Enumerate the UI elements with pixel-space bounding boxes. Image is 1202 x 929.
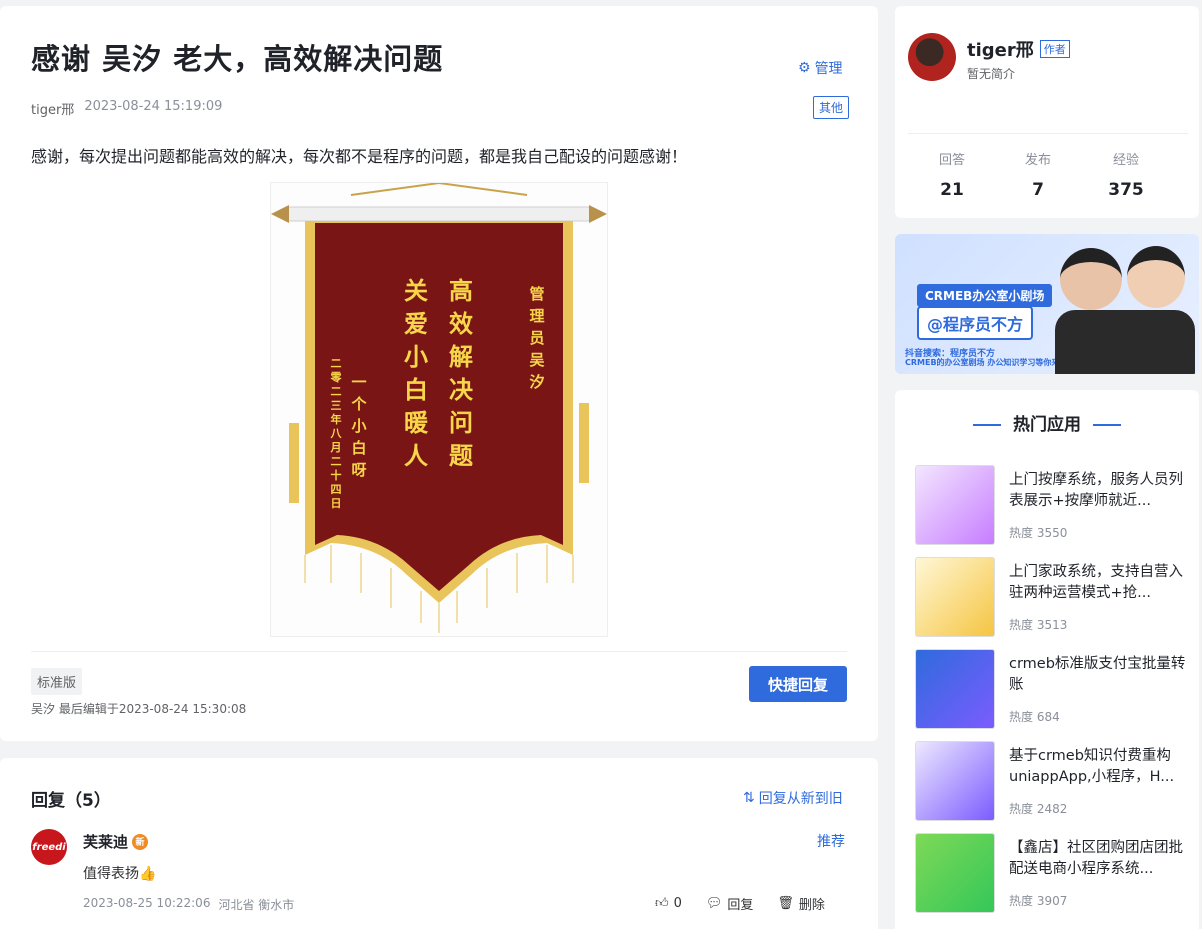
author-tag: 作者	[1039, 40, 1070, 58]
reply-meta: 2023-08-25 10:22:06 河北省 衡水市	[83, 896, 294, 913]
edited-note: 吴汐 最后编辑于2023-08-24 15:30:08	[31, 702, 247, 716]
stat-label: 经验	[1112, 153, 1139, 168]
app-thumbnail[interactable]	[915, 649, 995, 729]
manage-label: 管理	[814, 61, 843, 77]
app-thumbnail[interactable]	[915, 741, 995, 821]
reply-username[interactable]: 芙莱迪	[83, 831, 128, 852]
delete-button[interactable]: 🗑︎ 删除	[777, 894, 825, 913]
person-figure	[1127, 246, 1185, 308]
recommend-button[interactable]: 推荐	[817, 831, 845, 851]
pennant-text-main1: 高效解决问题	[449, 277, 473, 470]
app-name[interactable]: 上门家政系统，支持自营入驻两种运营模式+抢...	[1009, 562, 1189, 604]
post-card: 感谢 吴汐 老大，高效解决问题 ⚙ 管理 tiger邢 2023-08-24 1…	[0, 6, 878, 741]
stat-value: 21	[940, 180, 964, 200]
author-name-row: tiger邢 作者	[967, 36, 1070, 62]
reply-content: 值得表扬👍	[83, 866, 157, 882]
app-name[interactable]: 【鑫店】社区团购团店团批配送电商小程序系统...	[1009, 838, 1189, 880]
app-heat: 热度 3513	[1009, 618, 1068, 632]
trash-icon: 🗑︎	[777, 896, 794, 911]
app-heat: 热度 3907	[1009, 894, 1068, 908]
app-thumbnail[interactable]	[915, 465, 995, 545]
post-author[interactable]: tiger邢	[31, 99, 74, 118]
like-button[interactable]: 👍︎ 0	[655, 894, 682, 913]
ad-banner[interactable]: CRMEB办公室小剧场 @程序员不方 抖音搜索：程序员不方 CRMEB的办公室剧…	[895, 234, 1199, 374]
ad-banner-subtitle: @程序员不方	[917, 306, 1034, 340]
manage-button[interactable]: ⚙ 管理	[798, 58, 843, 78]
stat-label: 发布	[1024, 153, 1051, 168]
app-name[interactable]: 基于crmeb知识付费重构uniappApp,小程序，H...	[1009, 746, 1189, 788]
divider	[908, 133, 1188, 134]
delete-button-label: 删除	[798, 898, 825, 913]
pennant-text-main2: 关爱小白暖人	[404, 277, 428, 470]
author-card: tiger邢 作者 暂无简介 回答 21 发布 7 经验 375	[895, 6, 1199, 218]
author-avatar[interactable]	[908, 33, 956, 81]
app-name[interactable]: 上门按摩系统，服务人员列表展示+按摩师就近...	[1009, 470, 1189, 512]
reply-location: 河北省 衡水市	[218, 898, 295, 912]
app-heat: 热度 2482	[1009, 802, 1068, 816]
quick-reply-button[interactable]: 快捷回复	[749, 666, 847, 702]
reply-button-label: 回复	[727, 898, 754, 913]
app-name[interactable]: crmeb标准版支付宝批量转账	[1009, 654, 1189, 696]
pennant-image: 高效解决问题 关爱小白暖人 管理员 吴汐 一个小白呀 二零二三年八月二十四日	[270, 182, 608, 637]
post-meta: tiger邢 2023-08-24 15:19:09	[31, 99, 222, 118]
post-body: 感谢，每次提出问题都能高效的解决，每次都不是程序的问题，都是我自己配设的问题感谢…	[31, 147, 688, 166]
comment-icon: 💬︎	[705, 896, 723, 911]
hot-app-item[interactable]: 基于crmeb知识付费重构uniappApp,小程序，H... 热度 2482	[915, 741, 1195, 821]
ad-banner-line2: CRMEB的办公室剧场 办公知识学习等你来撩!	[905, 358, 1071, 367]
sort-icon: ⇅	[743, 790, 755, 806]
avatar[interactable]: freedi	[31, 829, 67, 865]
new-user-badge: 新	[132, 833, 149, 850]
app-thumbnail[interactable]	[915, 833, 995, 913]
post-time: 2023-08-24 15:19:09	[84, 99, 223, 114]
author-name[interactable]: tiger邢	[967, 36, 1034, 62]
stat-value: 7	[1032, 180, 1044, 200]
reply-time: 2023-08-25 10:22:06	[83, 896, 211, 910]
reply-button[interactable]: 💬︎ 回复	[706, 894, 754, 913]
app-thumbnail[interactable]	[915, 557, 995, 637]
reply-user: 芙莱迪 新	[83, 831, 149, 852]
stat-answers: 回答 21	[912, 149, 992, 200]
reply-actions: 👍︎ 0 💬︎ 回复 🗑︎ 删除	[655, 894, 825, 913]
replies-card: 回复（5） ⇅ 回复从新到旧 freedi 芙莱迪 新 推荐 值得表扬👍 202…	[0, 758, 878, 929]
sort-toggle[interactable]: ⇅ 回复从新到旧	[743, 788, 843, 808]
stat-posts: 发布 7	[998, 149, 1078, 200]
person-body	[1055, 310, 1195, 374]
stat-value: 375	[1108, 180, 1144, 200]
pennant-text-left2: 二零二三年八月二十四日	[330, 357, 342, 510]
divider	[31, 651, 847, 652]
person-figure	[1060, 248, 1122, 310]
stat-label: 回答	[938, 153, 965, 168]
replies-heading: 回复（5）	[31, 791, 111, 811]
gear-icon: ⚙	[798, 60, 811, 76]
pennant-text-left1: 一个小白呀	[351, 373, 367, 479]
like-count: 0	[673, 896, 682, 911]
hot-apps-card: 热门应用 上门按摩系统，服务人员列表展示+按摩师就近... 热度 3550 上门…	[895, 390, 1199, 929]
hot-app-item[interactable]: crmeb标准版支付宝批量转账 热度 684	[915, 649, 1195, 729]
author-bio: 暂无简介	[967, 67, 1016, 81]
pennant-text-right: 管理员 吴汐	[529, 285, 545, 391]
hot-app-item[interactable]: 【鑫店】社区团购团店团批配送电商小程序系统... 热度 3907	[915, 833, 1195, 913]
category-tag[interactable]: 其他	[813, 96, 850, 119]
pennant-graphic	[271, 182, 607, 633]
app-heat: 热度 3550	[1009, 526, 1068, 540]
hot-app-item[interactable]: 上门家政系统，支持自营入驻两种运营模式+抢... 热度 3513	[915, 557, 1195, 637]
sort-label: 回复从新到旧	[758, 791, 843, 807]
post-title: 感谢 吴汐 老大，高效解决问题	[31, 42, 444, 76]
ad-banner-title: CRMEB办公室小剧场	[917, 284, 1053, 307]
thumbs-up-icon: 👍︎	[655, 896, 669, 911]
app-heat: 热度 684	[1009, 710, 1060, 724]
stat-experience: 经验 375	[1086, 149, 1166, 200]
hot-app-item[interactable]: 上门按摩系统，服务人员列表展示+按摩师就近... 热度 3550	[915, 465, 1195, 545]
edition-tag[interactable]: 标准版	[31, 668, 83, 695]
hot-apps-title: 热门应用	[895, 410, 1199, 435]
